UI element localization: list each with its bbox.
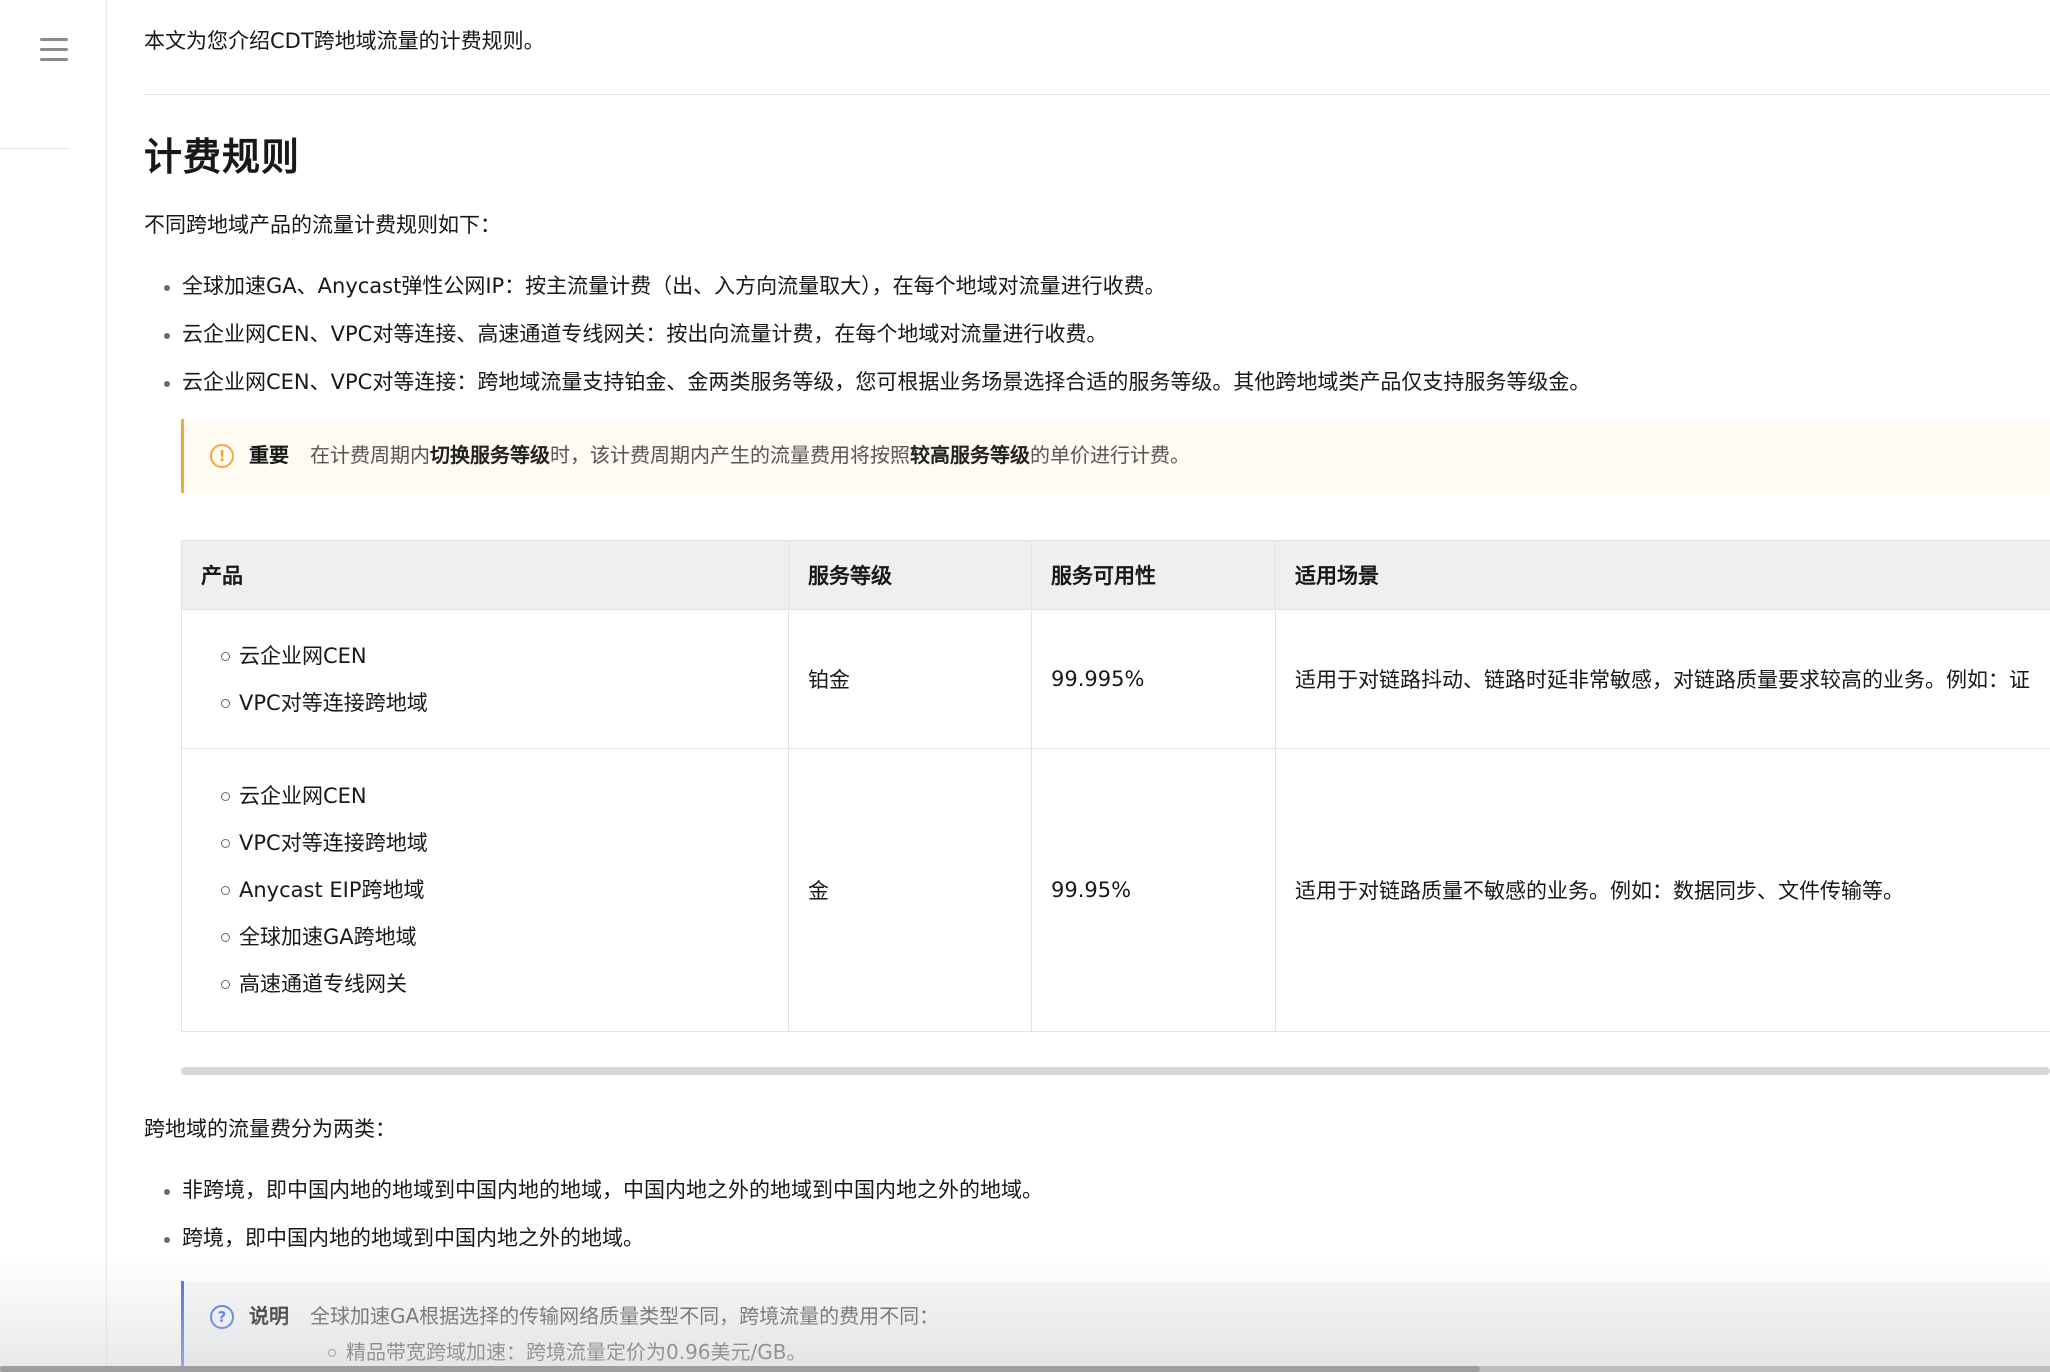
list-item: 云企业网CEN、VPC对等连接、高速通道专线网关：按出向流量计费，在每个地域对流… (163, 319, 1590, 349)
note-title: 重要 (249, 443, 289, 467)
left-rail (0, 0, 107, 1372)
fee-lead: 跨地域的流量费分为两类： (144, 1117, 396, 1141)
note-title: 说明 (249, 1304, 289, 1328)
intro-text: 本文为您介绍CDT跨地域流量的计费规则。 (144, 29, 545, 53)
hamburger-menu-icon[interactable] (40, 38, 68, 62)
column-header: 服务等级 (788, 540, 1032, 610)
question-circle-icon: ? (210, 1305, 234, 1329)
product-item: 全球加速GA跨地域 (221, 922, 769, 952)
availability-cell: 99.995% (1031, 609, 1276, 749)
product-item: 云企业网CEN (221, 781, 769, 811)
exclamation-circle-icon: ! (210, 444, 234, 468)
scenario-cell: 适用于对链路质量不敏感的业务。例如：数据同步、文件传输等。 (1275, 748, 2050, 1032)
product-item: 高速通道专线网关 (221, 969, 769, 999)
doc-content: 本文为您介绍CDT跨地域流量的计费规则。 计费规则 不同跨地域产品的流量计费规则… (144, 0, 2050, 1372)
note-text: 在计费周期内切换服务等级时，该计费周期内产生的流量费用将按照较高服务等级的单价进… (310, 443, 1190, 467)
list-item: 精品带宽跨域加速：跨境流量定价为0.96美元/GB。 (328, 1337, 807, 1367)
list-item: 全球加速GA、Anycast弹性公网IP：按主流量计费（出、入方向流量取大），在… (163, 271, 1590, 301)
level-cell: 铂金 (788, 609, 1032, 749)
column-header: 服务可用性 (1031, 540, 1276, 610)
column-header: 适用场景 (1275, 540, 2050, 610)
column-header: 产品 (181, 540, 789, 610)
section-title: 计费规则 (144, 135, 301, 179)
product-item: Anycast EIP跨地域 (221, 875, 769, 905)
rules-lead: 不同跨地域产品的流量计费规则如下： (144, 213, 501, 237)
table-row: 云企业网CEN VPC对等连接跨地域 Anycast EIP跨地域 全球加速GA… (181, 748, 2050, 1032)
scenario-cell: 适用于对链路抖动、链路时延非常敏感，对链路质量要求较高的业务。例如：证 (1275, 609, 2050, 749)
list-item: 跨境，即中国内地的地域到中国内地之外的地域。 (164, 1223, 1043, 1253)
rules-list: 全球加速GA、Anycast弹性公网IP：按主流量计费（出、入方向流量取大），在… (163, 271, 1590, 415)
important-note: ! 重要 在计费周期内切换服务等级时，该计费周期内产生的流量费用将按照较高服务等… (181, 419, 2050, 493)
list-item: 云企业网CEN、VPC对等连接：跨地域流量支持铂金、金两类服务等级，您可根据业务… (163, 367, 1590, 397)
note-sublist: 精品带宽跨域加速：跨境流量定价为0.96美元/GB。 (328, 1337, 807, 1367)
fee-types-list: 非跨境，即中国内地的地域到中国内地的地域，中国内地之外的地域到中国内地之外的地域… (164, 1175, 1043, 1271)
product-item: VPC对等连接跨地域 (221, 688, 769, 718)
table-row: 云企业网CEN VPC对等连接跨地域 铂金 99.995% 适用于对链路抖动、链… (181, 609, 2050, 749)
service-level-table: 产品 服务等级 服务可用性 适用场景 云企业网CEN VPC对等连接跨地域 铂金… (181, 540, 2050, 1032)
list-item: 非跨境，即中国内地的地域到中国内地的地域，中国内地之外的地域到中国内地之外的地域… (164, 1175, 1043, 1205)
explain-note: ? 说明 全球加速GA根据选择的传输网络质量类型不同，跨境流量的费用不同： 精品… (181, 1281, 2050, 1372)
table-horizontal-scrollbar[interactable] (181, 1067, 2050, 1075)
product-cell: 云企业网CEN VPC对等连接跨地域 (181, 609, 789, 749)
availability-cell: 99.95% (1031, 748, 1276, 1032)
divider (144, 94, 2050, 95)
page: 本文为您介绍CDT跨地域流量的计费规则。 计费规则 不同跨地域产品的流量计费规则… (0, 0, 2050, 1372)
table-header-row: 产品 服务等级 服务可用性 适用场景 (181, 540, 2050, 610)
rail-divider (0, 148, 70, 149)
scrollbar-thumb[interactable] (0, 1366, 1480, 1372)
note-strong: 切换服务等级 (430, 443, 550, 467)
note-text: 全球加速GA根据选择的传输网络质量类型不同，跨境流量的费用不同： (310, 1304, 940, 1328)
product-cell: 云企业网CEN VPC对等连接跨地域 Anycast EIP跨地域 全球加速GA… (181, 748, 789, 1032)
level-cell: 金 (788, 748, 1032, 1032)
product-item: VPC对等连接跨地域 (221, 828, 769, 858)
note-strong: 较高服务等级 (910, 443, 1030, 467)
product-item: 云企业网CEN (221, 641, 769, 671)
service-level-table-wrap: 产品 服务等级 服务可用性 适用场景 云企业网CEN VPC对等连接跨地域 铂金… (181, 540, 2050, 1032)
page-horizontal-scrollbar[interactable] (0, 1366, 2050, 1372)
